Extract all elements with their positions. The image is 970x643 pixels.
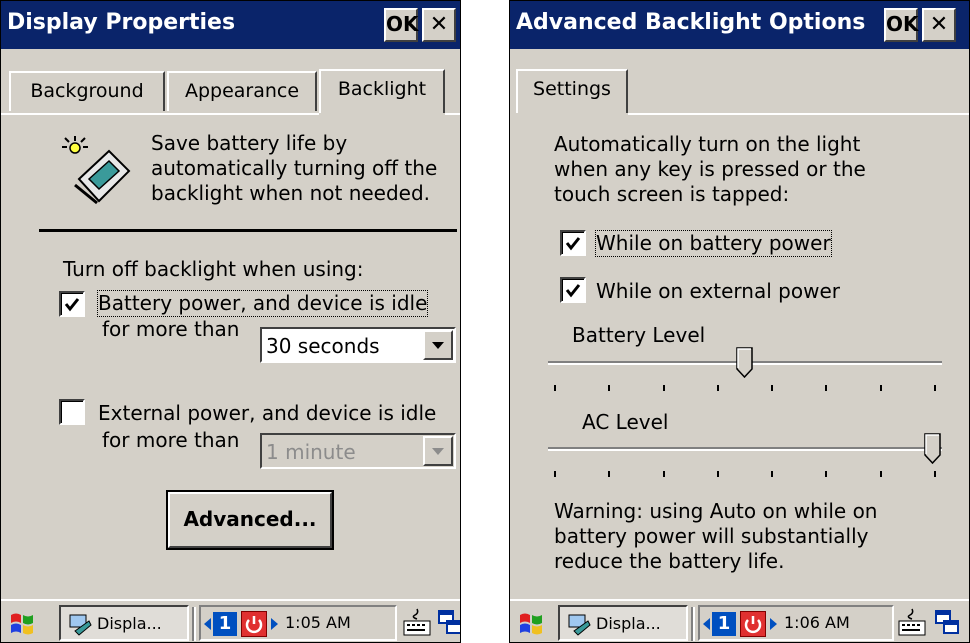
task-label: Displa... [97,614,162,633]
slider-tick [934,385,936,391]
taskbar: Displa... 1 1:05 AM [1,599,460,642]
tab-background[interactable]: Background [9,71,165,111]
while-external-checkbox[interactable] [560,277,586,303]
slider-tick [825,385,827,391]
advanced-button[interactable]: Advanced... [168,492,332,548]
intro-text: Automatically turn on the light when any… [554,132,866,206]
backlight-description: Save battery life by automatically turni… [151,131,438,205]
page-number-badge[interactable]: 1 [213,612,237,636]
right-arrow-icon[interactable] [770,618,778,630]
close-button[interactable]: ✕ [422,8,456,42]
battery-idle-sublabel: for more than [102,317,240,341]
task-display-button[interactable]: Displa... [558,605,688,641]
backlight-device-icon [57,133,133,205]
slider-tick [880,471,882,477]
slider-tick [554,471,556,477]
divider [39,229,457,232]
ac-level-slider[interactable] [548,433,942,479]
display-properties-window: Display Properties OK ✕ Background Appea… [0,0,461,643]
tab-backlight[interactable]: Backlight [319,69,445,113]
slider-tick [825,471,827,477]
left-arrow-icon[interactable] [204,618,212,630]
slider-tick [663,385,665,391]
page-number-badge[interactable]: 1 [712,612,736,636]
while-battery-checkbox[interactable] [560,230,586,256]
checkmark-icon [565,237,581,251]
external-timeout-value: 1 minute [266,440,356,464]
switch-windows-icon[interactable] [437,607,460,639]
advanced-backlight-window: Advanced Backlight Options OK ✕ Settings… [509,0,970,643]
power-icon[interactable] [740,611,766,637]
dropdown-arrow-icon [423,436,453,466]
title-bar: Advanced Backlight Options OK ✕ [510,1,969,49]
switch-windows-icon[interactable] [934,607,960,639]
title-bar: Display Properties OK ✕ [1,1,460,49]
task-display-button[interactable]: Displa... [59,605,189,641]
slider-tick [717,471,719,477]
windows-start-icon[interactable] [7,609,37,639]
external-timeout-select: 1 minute [260,433,456,469]
battery-level-slider[interactable] [548,347,942,393]
section-label: Turn off backlight when using: [63,257,364,281]
slider-tick [554,385,556,391]
window-title: Advanced Backlight Options [516,10,866,35]
slider-tick [934,471,936,477]
battery-idle-label[interactable]: Battery power, and device is idle [96,290,429,317]
keyboard-icon[interactable] [896,607,928,639]
slider-tick [771,471,773,477]
slider-track [548,447,942,451]
tab-settings[interactable]: Settings [516,69,628,113]
battery-idle-checkbox[interactable] [59,291,85,317]
close-button[interactable]: ✕ [922,8,956,42]
slider-tick [663,471,665,477]
battery-timeout-value: 30 seconds [266,334,380,358]
taskbar: Displa... 1 1:06 AM [510,599,969,642]
task-label: Displa... [596,614,661,633]
checkmark-icon [565,284,581,298]
warning-text: Warning: using Auto on while on battery … [554,499,878,573]
battery-level-label: Battery Level [572,323,706,347]
external-idle-sublabel: for more than [102,428,240,452]
window-title: Display Properties [7,10,236,35]
keyboard-icon[interactable] [401,607,433,639]
external-idle-label[interactable]: External power, and device is idle [98,401,436,426]
slider-thumb[interactable] [924,433,942,465]
ac-level-label: AC Level [582,410,669,434]
clock[interactable]: 1:05 AM [285,613,351,632]
tab-strip: Settings [510,69,969,115]
right-arrow-icon[interactable] [271,618,279,630]
checkmark-icon [64,298,80,312]
clock[interactable]: 1:06 AM [784,613,850,632]
display-properties-icon [568,614,591,636]
close-icon: ✕ [929,12,949,37]
windows-start-icon[interactable] [516,609,546,639]
slider-tick [771,385,773,391]
tab-appearance[interactable]: Appearance [167,71,317,111]
power-icon[interactable] [241,611,267,637]
tab-strip: Background Appearance Backlight [1,69,460,115]
external-idle-checkbox[interactable] [59,399,85,425]
slider-tick [608,471,610,477]
dropdown-arrow-icon[interactable] [423,330,453,360]
slider-tick [717,385,719,391]
slider-tick [608,385,610,391]
left-arrow-icon[interactable] [703,618,711,630]
ok-button[interactable]: OK [384,8,419,42]
close-icon: ✕ [429,12,449,37]
while-external-label[interactable]: While on external power [596,279,840,304]
slider-tick [880,385,882,391]
battery-timeout-select[interactable]: 30 seconds [260,327,456,363]
display-properties-icon [69,614,92,636]
ok-button[interactable]: OK [884,8,919,42]
system-tray: 1 1:06 AM [698,605,894,641]
while-battery-label[interactable]: While on battery power [595,230,832,257]
slider-thumb[interactable] [736,347,754,379]
system-tray: 1 1:05 AM [199,605,397,641]
